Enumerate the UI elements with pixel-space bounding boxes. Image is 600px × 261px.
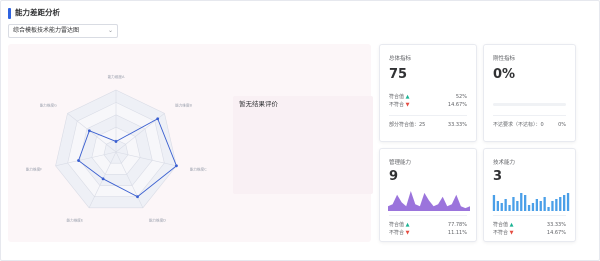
total-card-title: 总体指标 (389, 56, 412, 62)
rigid-row-fail: 不达要求（不达标）：0 0% (493, 122, 566, 128)
technical-card-value: 3 (493, 169, 503, 184)
radar-point (156, 117, 160, 121)
rigid-card-value: 0% (493, 67, 516, 82)
technical-bar (551, 201, 554, 211)
rigid-card-title: 刚性指标 (493, 56, 516, 62)
management-row-pass: 符合值 ▲ 77.78% (389, 222, 467, 228)
total-indicator-card: 总体指标 75 符合值 ▲ 52% 不符合 ▼ 14.67% 部分符合值：25 … (379, 44, 477, 142)
technical-bar (496, 201, 499, 211)
management-sparkline-area (388, 191, 470, 211)
management-row-fail: 不符合 ▼ 11.11% (389, 230, 467, 236)
technical-bar (559, 197, 562, 211)
technical-bar (524, 195, 527, 211)
technical-bar (539, 201, 542, 211)
technical-bar-chart (492, 193, 570, 211)
technical-bar (516, 201, 519, 211)
technical-card-title: 技术能力 (493, 160, 516, 166)
total-row-pass: 符合值 ▲ 52% (389, 94, 467, 100)
technical-bar (535, 199, 538, 211)
radar-point (101, 177, 105, 181)
technical-row-fail: 不符合 ▼ 14.67% (493, 230, 566, 236)
technical-bar (504, 199, 507, 211)
section-title-accent (8, 8, 11, 19)
divider (493, 215, 566, 216)
radar-point (87, 129, 91, 133)
management-ability-card: 管理能力 9 符合值 ▲ 77.78% 不符合 ▼ 11.11% (379, 148, 477, 242)
technical-bar (527, 205, 531, 211)
arrow-up-icon: ▲ (405, 222, 410, 228)
template-select-value: 综合模板技术能力雷达图 (13, 27, 80, 34)
evaluation-box: 暂无结果评价 (233, 96, 373, 194)
technical-ability-card: 技术能力 3 符合值 ▲ 33.33% 不符合 ▼ 14.67% (483, 148, 576, 242)
divider (389, 215, 467, 216)
radar-axis-label: 能力维度C (190, 166, 207, 171)
radar-axis-label: 能力维度D (149, 218, 166, 223)
arrow-down-icon: ▼ (405, 102, 410, 108)
management-card-value: 9 (389, 169, 399, 184)
technical-bar (520, 193, 523, 211)
technical-bar (512, 197, 515, 211)
technical-bar (500, 203, 503, 211)
radar-axis-label: 能力维度A (108, 74, 125, 79)
radar-axis-label: 能力维度F (26, 166, 42, 171)
rigid-indicator-card: 刚性指标 0% 不达要求（不达标）：0 0% (483, 44, 576, 142)
divider (493, 115, 566, 116)
arrow-up-icon: ▲ (405, 94, 410, 100)
radar-point (114, 140, 118, 143)
technical-bar (543, 197, 546, 211)
total-row-fail: 不符合 ▼ 14.67% (389, 102, 467, 108)
technical-bar (555, 199, 558, 211)
technical-bar (566, 193, 570, 211)
arrow-up-icon: ▲ (509, 222, 514, 228)
radar-panel: 能力维度A 能力维度B 能力维度C 能力维度D 能力维度E 能力维度F 能力维度G 暂无结果… (8, 44, 373, 242)
radar-chart: 能力维度A 能力维度B 能力维度C 能力维度D 能力维度E 能力维度F 能力维度G (26, 74, 207, 223)
management-sparkline (388, 191, 470, 211)
radar-point (175, 164, 178, 168)
technical-bar (508, 205, 511, 211)
divider (389, 115, 467, 116)
section-title: 能力差距分析 (15, 8, 60, 17)
arrow-down-icon: ▼ (405, 230, 410, 236)
total-row-partial: 部分符合值：25 33.33% (389, 122, 467, 128)
technical-bar (531, 203, 535, 211)
technical-bar (492, 195, 496, 211)
radar-axis-label: 能力维度G (40, 102, 57, 107)
chevron-down-icon: ⌄ (107, 27, 113, 34)
evaluation-text: 暂无结果评价 (239, 100, 278, 108)
rigid-progress-bar (493, 103, 566, 106)
technical-bar (547, 207, 550, 211)
technical-row-pass: 符合值 ▲ 33.33% (493, 222, 566, 228)
radar-point (136, 195, 139, 199)
management-card-title: 管理能力 (389, 160, 412, 166)
arrow-down-icon: ▼ (509, 230, 514, 236)
total-card-value: 75 (389, 67, 408, 82)
radar-point (77, 159, 80, 162)
radar-axis-label: 能力维度E (67, 218, 84, 223)
radar-axis-label: 能力维度B (175, 102, 192, 107)
template-select[interactable]: 综合模板技术能力雷达图 ⌄ (8, 24, 118, 38)
technical-bar (563, 195, 566, 211)
